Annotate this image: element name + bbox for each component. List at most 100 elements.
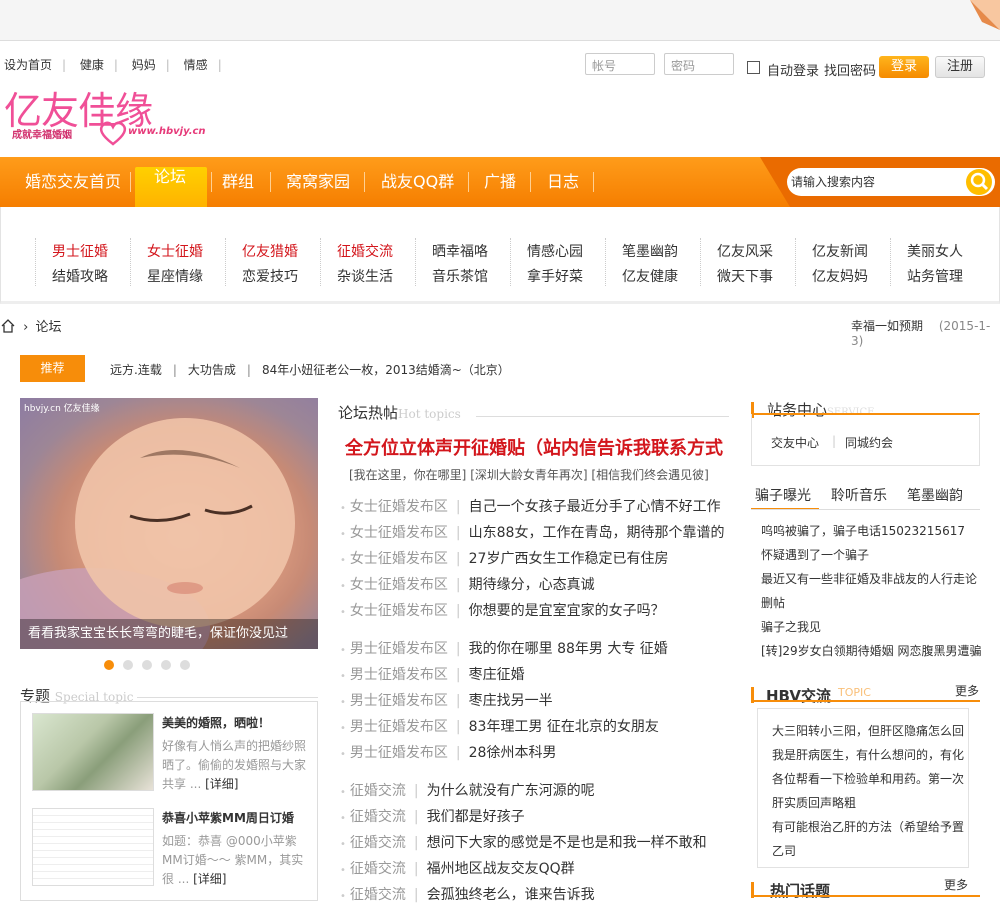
subnav-marriage-exchange[interactable]: 征婚交流 [329,241,401,261]
subnav-music[interactable]: 音乐茶馆 [424,266,496,286]
hot-row-category[interactable]: 男士征婚发布区 [350,667,448,683]
home-icon[interactable] [0,318,16,334]
subnav-love-tips[interactable]: 恋爱技巧 [234,266,306,286]
hot-row-title[interactable]: 会孤独终老么，谁来告诉我 [427,887,595,903]
slider-photo[interactable]: hbvjy.cn 亿友佳缘 看看我家宝宝长长弯弯的睫毛，保证你没见过 [20,398,318,649]
password-input[interactable]: 密码 [664,53,734,75]
top-link-mom[interactable]: 妈妈 [132,58,156,72]
subnav-happiness[interactable]: 晒幸福咯 [424,241,496,261]
detail-link[interactable]: [详细] [205,777,238,791]
nav-item-groups[interactable]: 群组 [222,157,254,207]
latest-post-title[interactable]: 幸福一如预期 [851,319,923,333]
hbv-list-item[interactable]: 大三阳转小三阳，但肝区隐痛怎么回 [772,722,968,739]
tab-list-item[interactable]: 最近又有一些非征婚及非战友的人行走论 [761,570,983,587]
hot-row-title[interactable]: 27岁广西女生工作稳定已有住房 [469,551,669,567]
subnav-marriage-guide[interactable]: 结婚攻略 [44,266,116,286]
subnav-life-talk[interactable]: 杂谈生活 [329,266,401,286]
hot-row-title[interactable]: 我的你在哪里 88年男 大专 征婚 [469,641,668,657]
subnav-female-marriage[interactable]: 女士征婚 [139,241,211,261]
subnav-health[interactable]: 亿友健康 [614,266,686,286]
subnav-world-news[interactable]: 微天下事 [709,266,781,286]
hot-row-title[interactable]: 枣庄找另一半 [469,693,553,709]
hbv-list-item[interactable]: 我是肝病医生，有什么想问的，有化 [772,746,968,763]
tab-list-item[interactable]: 呜呜被骗了，骗子电话15023215617 [761,522,983,539]
subnav-admin[interactable]: 站务管理 [899,266,971,286]
slider-dot[interactable] [161,660,171,670]
top-link-health[interactable]: 健康 [80,58,104,72]
hot-row-category[interactable]: 女士征婚发布区 [350,577,448,593]
hot-row-category[interactable]: 征婚交流 [350,809,406,825]
subnav-news[interactable]: 亿友新闻 [804,241,876,261]
slider-dot[interactable] [104,660,114,670]
find-password-link[interactable]: 找回密码 [824,60,876,79]
slider-caption[interactable]: 看看我家宝宝长长弯弯的睫毛，保证你没见过 [20,619,318,649]
hot-row-title[interactable]: 枣庄征婚 [469,667,525,683]
tab-list-item[interactable]: 删帖 [761,594,983,611]
search-button[interactable] [966,169,992,195]
hbv-list-item[interactable]: 各位帮看一下检验单和用药。第一次 [772,770,968,787]
search-input[interactable]: 请输入搜索内容 [787,168,995,196]
special-item-title[interactable]: 恭喜小苹紫MM周日订婚 [162,809,294,826]
hot-row-category[interactable]: 女士征婚发布区 [350,603,448,619]
subnav-style[interactable]: 亿友风采 [709,241,781,261]
hbv-list-item[interactable]: 肝实质回声略粗 [772,794,968,811]
hot-subhead-link[interactable]: [深圳大龄女青年再次] [470,468,587,482]
nav-item-home-garden[interactable]: 窝窝家园 [286,157,350,207]
hot-row-category[interactable]: 男士征婚发布区 [350,693,448,709]
subnav-hunt[interactable]: 亿友猎婚 [234,241,306,261]
hot-row-title[interactable]: 自己一个女孩子最近分手了心情不好工作 [469,499,721,515]
login-button[interactable]: 登录 [879,56,929,78]
hot-row-category[interactable]: 男士征婚发布区 [350,719,448,735]
hot-row-title[interactable]: 山东88女，工作在青岛，期待那个靠谱的 [469,525,725,541]
subnav-zodiac[interactable]: 星座情缘 [139,266,211,286]
special-item-title[interactable]: 美美的婚照，晒啦！ [162,714,270,731]
nav-item-broadcast[interactable]: 广播 [484,157,516,207]
hot-row-title[interactable]: 期待缘分，心态真诚 [469,577,595,593]
detail-link[interactable]: [详细] [193,872,226,886]
hbv-list-item[interactable]: 乙司 [772,842,968,859]
tab-list-item[interactable]: 骗子之我见 [761,618,983,635]
tab-list-item[interactable]: [转]29岁女白领期待婚姻 网恋腹黑男遭骗 [761,642,983,659]
recommend-item[interactable]: 大功告成 [188,363,236,377]
special-image-screenshot[interactable] [32,808,154,886]
subnav-male-marriage[interactable]: 男士征婚 [44,241,116,261]
register-button[interactable]: 注册 [935,56,985,78]
hot-subhead-link[interactable]: [相信我们终会遇见彼] [591,468,708,482]
tab-scam[interactable]: 骗子曝光 [755,485,811,505]
hot-row-category[interactable]: 征婚交流 [350,861,406,877]
breadcrumb-forum[interactable]: 论坛 [35,320,61,335]
slider-dot[interactable] [123,660,133,670]
hbv-more-link[interactable]: 更多 [955,682,979,699]
subnav-cooking[interactable]: 拿手好菜 [519,266,591,286]
top-link-emotion[interactable]: 情感 [184,58,208,72]
hottopic-more-link[interactable]: 更多 [944,876,968,893]
hot-row-category[interactable]: 征婚交流 [350,835,406,851]
hbv-list-item[interactable]: 有可能根治乙肝的方法（希望给予置 [772,818,968,835]
recommend-item[interactable]: 84年小妞征老公一枚，2013结婚滴~（北京） [262,363,510,377]
tab-ink[interactable]: 笔墨幽韵 [907,485,963,505]
hot-row-category[interactable]: 男士征婚发布区 [350,745,448,761]
nav-item-blog[interactable]: 日志 [547,157,579,207]
hot-row-category[interactable]: 女士征婚发布区 [350,499,448,515]
hot-row-title[interactable]: 83年理工男 征在北京的女朋友 [469,719,659,735]
service-link-local[interactable]: 同城约会 [845,434,893,451]
hot-row-category[interactable]: 男士征婚发布区 [350,641,448,657]
hot-headline[interactable]: 全方位立体声开征婚贴（站内信告诉我联系方式 [345,434,723,460]
hot-row-title[interactable]: 你想要的是宜室宜家的女子吗？ [469,603,665,619]
hot-row-title[interactable]: 28徐州本科男 [469,745,557,761]
hot-row-title[interactable]: 想问下大家的感觉是不是也是和我一样不敢和 [427,835,707,851]
service-link-dating[interactable]: 交友中心 [771,434,819,451]
hot-row-category[interactable]: 征婚交流 [350,887,406,903]
recommend-item[interactable]: 远方.连载 [110,363,162,377]
hot-subhead-link[interactable]: [我在这里，你在哪里] [349,468,466,482]
hot-row-title[interactable]: 为什么就没有广东河源的呢 [427,783,595,799]
special-image-wedding[interactable] [32,713,154,791]
hot-row-category[interactable]: 女士征婚发布区 [350,551,448,567]
hot-row-title[interactable]: 福州地区战友交友QQ群 [427,861,575,877]
site-logo[interactable]: 亿友佳缘 成就幸福婚姻 www.hbvjy.cn [2,78,217,146]
top-link-sethome[interactable]: 设为首页 [4,58,52,72]
auto-login-checkbox[interactable] [747,61,760,74]
subnav-emotion-garden[interactable]: 情感心园 [519,241,591,261]
nav-item-qq-group[interactable]: 战友QQ群 [381,157,454,207]
subnav-moms[interactable]: 亿友妈妈 [804,266,876,286]
